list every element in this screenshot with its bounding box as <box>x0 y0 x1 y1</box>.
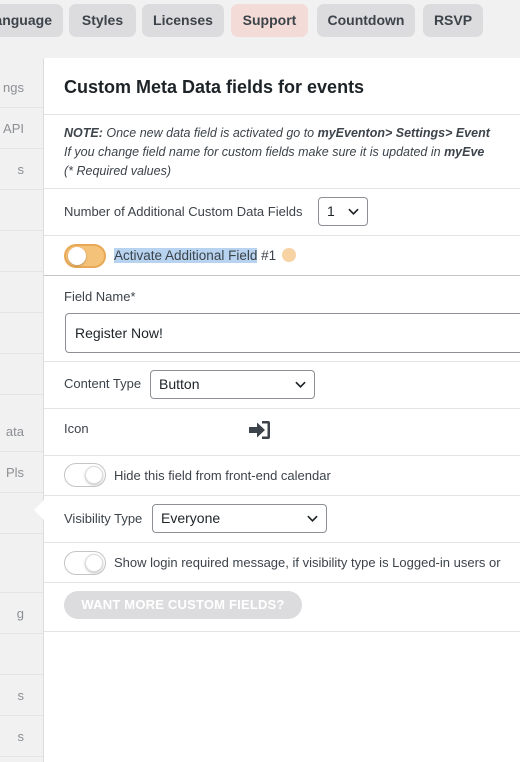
sidebar-item[interactable] <box>0 553 43 593</box>
divider <box>44 235 520 236</box>
active-section-pointer <box>34 500 44 520</box>
divider <box>44 114 520 115</box>
sidebar-item[interactable]: API <box>0 109 43 149</box>
sidebar-item[interactable]: ngs <box>0 68 43 108</box>
page-title: Custom Meta Data fields for events <box>64 77 365 97</box>
chevron-down-icon <box>348 208 359 215</box>
note-text: NOTE: Once new data field is activated g… <box>64 126 490 178</box>
visibility-type-select[interactable]: Everyone <box>152 504 327 533</box>
divider <box>44 582 520 583</box>
divider <box>44 631 520 632</box>
tab-styles[interactable]: Styles <box>69 4 136 37</box>
content-type-select[interactable]: Button <box>150 370 315 399</box>
sidebar-item[interactable]: s <box>0 717 43 757</box>
visibility-type-label: Visibility Type <box>64 511 143 526</box>
sidebar-item[interactable]: ata <box>0 412 43 452</box>
chevron-down-icon <box>295 381 306 388</box>
settings-tab-bar: anguage Styles Licenses Support Countdow… <box>0 0 520 44</box>
sidebar-item[interactable]: s <box>0 150 43 190</box>
divider <box>44 188 520 189</box>
sidebar-item[interactable] <box>0 314 43 354</box>
sidebar-item[interactable] <box>0 273 43 313</box>
divider <box>44 455 520 456</box>
hide-frontend-label: Hide this field from front-end calendar <box>114 468 331 483</box>
info-icon[interactable] <box>282 248 296 262</box>
toggle-knob <box>68 247 86 265</box>
tab-countdown[interactable]: Countdown <box>317 4 415 37</box>
divider <box>44 361 520 362</box>
toggle-knob <box>85 466 103 484</box>
divider <box>44 542 520 543</box>
sidebar-item[interactable]: s <box>0 676 43 716</box>
sidebar-item[interactable] <box>0 355 43 395</box>
activate-field-toggle[interactable] <box>64 244 106 268</box>
sidebar-item[interactable] <box>0 635 43 675</box>
sidebar-item[interactable] <box>0 232 43 272</box>
custom-meta-panel: Custom Meta Data fields for events NOTE:… <box>44 58 520 762</box>
settings-sidebar: ngs API s ata Pls g s s <box>0 58 44 762</box>
tab-licenses[interactable]: Licenses <box>142 4 224 37</box>
content-type-label: Content Type <box>64 376 142 391</box>
num-fields-label: Number of Additional Custom Data Fields <box>64 204 303 219</box>
toggle-knob <box>85 554 103 572</box>
divider <box>44 495 520 496</box>
login-message-toggle[interactable] <box>64 551 106 575</box>
want-more-fields-button[interactable]: WANT MORE CUSTOM FIELDS? <box>64 591 302 619</box>
field-name-input[interactable]: Register Now! <box>65 313 520 353</box>
tab-rsvp[interactable]: RSVP <box>423 4 483 37</box>
divider <box>44 275 520 276</box>
tab-support[interactable]: Support <box>231 4 308 37</box>
activate-field-label: Activate Additional Field #1 <box>114 248 277 263</box>
sidebar-item[interactable]: Pls <box>0 453 43 493</box>
login-message-label: Show login required message, if visibili… <box>114 555 501 570</box>
chevron-down-icon <box>307 515 318 522</box>
sidebar-item[interactable]: g <box>0 594 43 634</box>
tab-language[interactable]: anguage <box>0 4 63 37</box>
icon-label: Icon <box>64 421 89 436</box>
sidebar-item[interactable] <box>0 191 43 231</box>
hide-frontend-toggle[interactable] <box>64 463 106 487</box>
divider <box>44 408 520 409</box>
sign-in-icon[interactable] <box>248 419 272 441</box>
field-name-label: Field Name* <box>64 289 136 304</box>
num-fields-select[interactable]: 1 <box>318 197 368 226</box>
